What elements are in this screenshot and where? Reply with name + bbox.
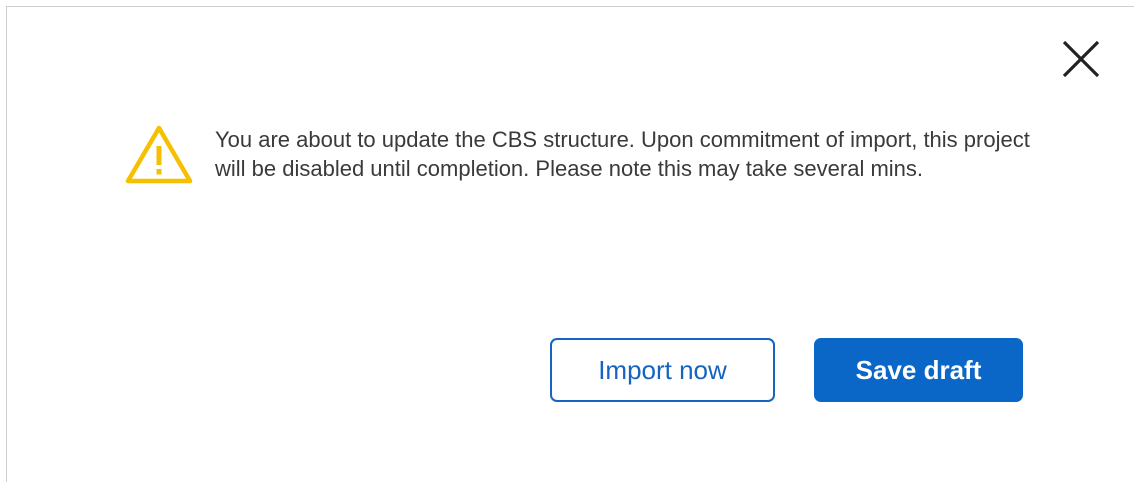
close-button[interactable] [1059,37,1103,81]
confirmation-dialog: You are about to update the CBS structur… [6,6,1134,482]
save-draft-button[interactable]: Save draft [814,338,1023,402]
dialog-message: You are about to update the CBS structur… [215,127,1030,181]
close-icon [1062,40,1100,78]
warning-triangle-icon [125,125,193,184]
import-now-button[interactable]: Import now [550,338,775,402]
